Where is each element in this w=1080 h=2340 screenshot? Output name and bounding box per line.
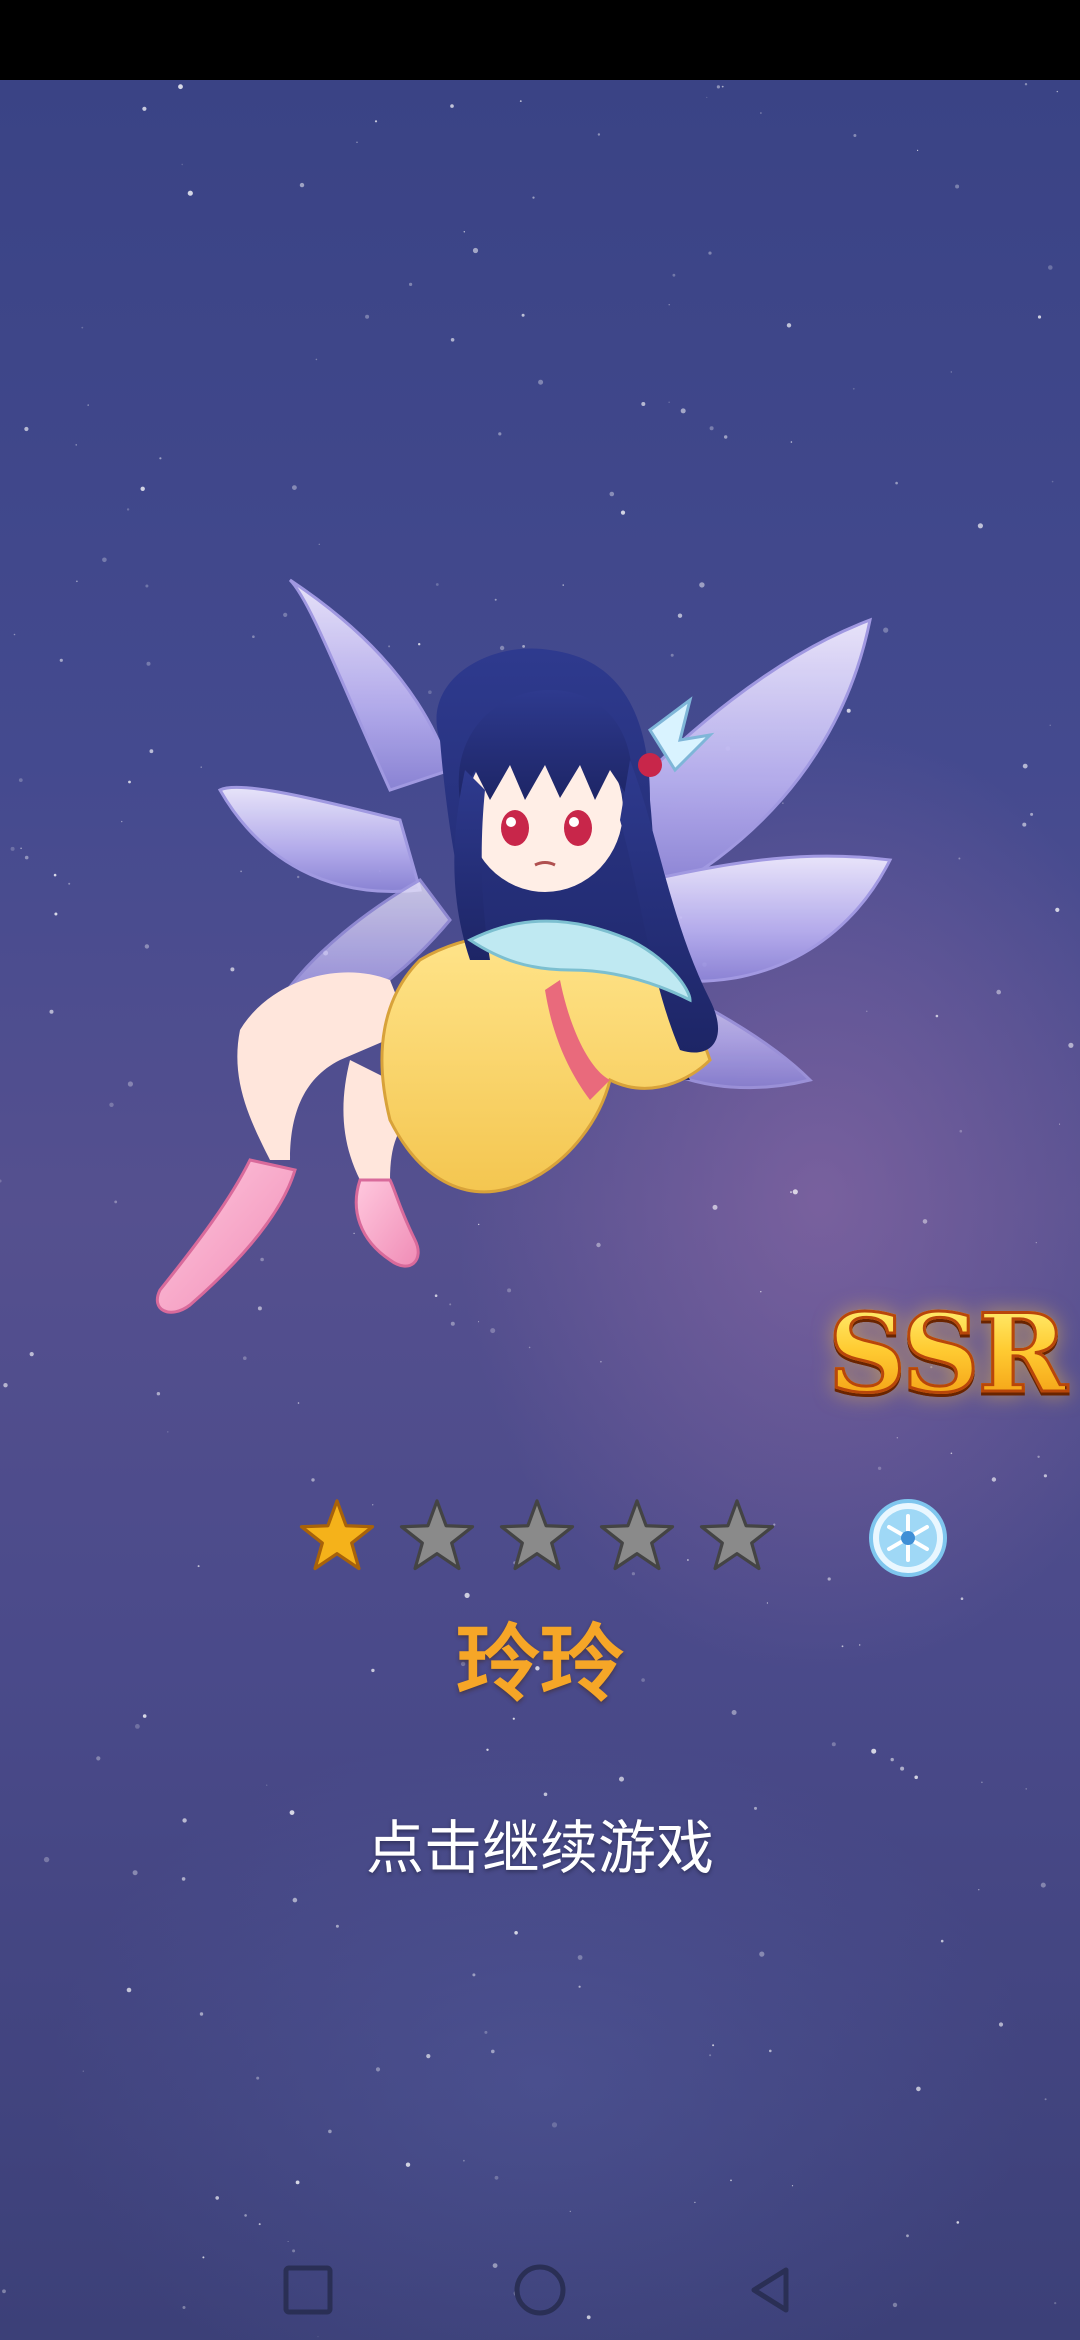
game-screen[interactable]: SSR 玲玲 点击继续游戏 [0,0,1080,2340]
tap-to-continue-prompt[interactable]: 点击继续游戏 [0,1814,1080,1884]
empty-star-icon [699,1499,775,1571]
triangle-back-icon[interactable] [740,2258,804,2322]
empty-star-icon [599,1499,675,1571]
empty-star-icon [499,1499,575,1571]
rarity-badge: SSR [826,1291,1068,1417]
square-icon[interactable] [276,2258,340,2322]
navigation-bar [0,2240,1080,2340]
circle-icon[interactable] [508,2258,572,2322]
character-name: 玲玲 [455,1615,624,1713]
snowflake-element-icon [869,1499,947,1577]
status-bar [0,0,1080,80]
star-rating [296,1496,778,1574]
filled-star-icon [299,1499,375,1571]
empty-star-icon [399,1499,475,1571]
